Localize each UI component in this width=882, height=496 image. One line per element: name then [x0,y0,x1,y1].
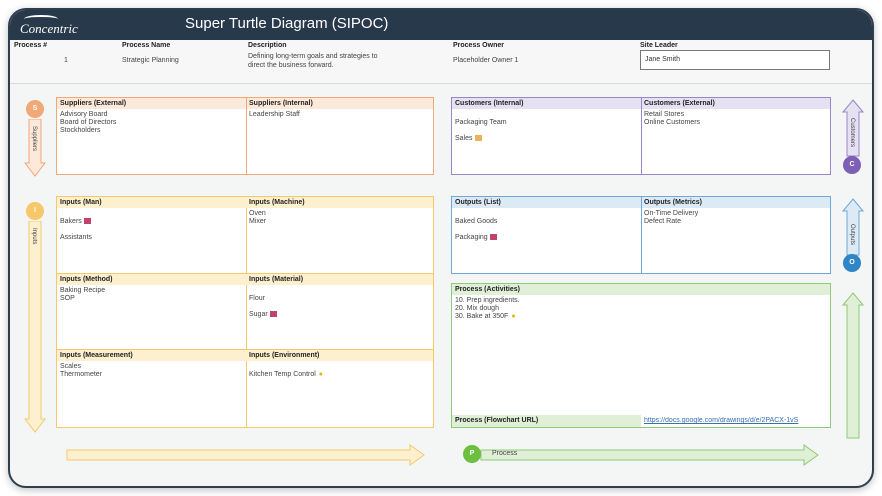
process-number-value: 1 [64,57,68,64]
process-name-value: Strategic Planning [122,57,179,64]
outputs-list-header: Outputs (List) [452,197,641,208]
tag-icon [269,311,277,318]
outputs-panel: Outputs (List) Outputs (Metrics) Baked G… [451,196,831,274]
process-up-arrow [842,292,864,439]
customers-circle: C [843,156,861,174]
suppliers-external-list[interactable]: Advisory Board Board of Directors Stockh… [57,111,119,135]
customers-external-header: Customers (External) [641,98,830,109]
process-circle: P [463,445,481,463]
suppliers-internal-list[interactable]: Leadership Staff [246,111,303,119]
inputs-measurement-list[interactable]: Scales Thermometer [57,363,105,379]
input-item-with-tag: Bakers [60,218,92,226]
inputs-method-header: Inputs (Method) [57,274,246,285]
inputs-method-list[interactable]: Baking Recipe SOP [57,287,108,303]
customers-arrow-label: Customers [849,118,855,148]
inputs-measurement-header: Inputs (Measurement) [57,350,246,361]
input-item: Assistants [60,234,92,241]
process-number-header: Process # [14,42,48,49]
inputs-machine-list[interactable]: Oven Mixer [246,210,269,226]
process-owner-value: Placeholder Owner 1 [453,57,519,64]
process-flowchart-label: Process (Flowchart URL) [452,415,641,427]
outputs-metrics-list[interactable]: On-Time Delivery Defect Rate [641,210,701,226]
input-item: Flour [249,295,265,302]
site-leader-field[interactable]: Jane Smith [640,50,830,70]
panel-divider [246,98,247,174]
process-name-header: Process Name [122,42,171,49]
tag-icon [474,135,482,142]
outputs-list[interactable]: Baked Goods Packaging [452,210,500,250]
inputs-environment-header: Inputs (Environment) [246,350,433,361]
inputs-circle: I [26,202,44,220]
customers-panel: Customers (Internal) Customers (External… [451,97,831,175]
process-info-bar: Process # 1 Process Name Strategic Plann… [10,40,872,84]
page-title: Super Turtle Diagram (SIPOC) [185,15,389,32]
header-bar: Concentric Super Turtle Diagram (SIPOC) [10,10,872,40]
process-panel: Process (Activities) 10. Prep ingredient… [451,283,831,428]
process-activities-header: Process (Activities) [452,284,830,295]
suppliers-external-header: Suppliers (External) [57,98,246,109]
inputs-arrow-label: Inputs [31,228,37,245]
customers-internal-header: Customers (Internal) [452,98,641,109]
outputs-circle: O [843,254,861,272]
lightbulb-icon: ● [511,313,516,320]
inputs-machine-header: Inputs (Machine) [246,197,433,208]
process-owner-header: Process Owner [453,42,504,49]
process-arrow-label: Process [492,450,518,457]
description-header: Description [248,42,287,49]
panel-divider [641,98,642,174]
input-item-with-tag: Sugar [249,311,277,319]
inputs-environment-list[interactable]: Kitchen Temp Control ● [246,363,326,387]
tag-icon [489,234,497,241]
site-leader-header: Site Leader [640,42,678,49]
inputs-man-header: Inputs (Man) [57,197,246,208]
customers-internal-list[interactable]: Packaging Team Sales [452,111,510,151]
sipoc-window: Concentric Super Turtle Diagram (SIPOC) … [8,8,874,488]
customers-external-list[interactable]: Retail Stores Online Customers [641,111,703,127]
suppliers-panel: Suppliers (External) Suppliers (Internal… [56,97,434,175]
output-item-with-tag: Packaging [455,234,497,242]
panel-divider [641,197,642,273]
suppliers-circle: S [26,100,44,118]
outputs-metrics-header: Outputs (Metrics) [641,197,830,208]
tag-icon [83,218,91,225]
concentric-logo: Concentric [18,13,88,37]
suppliers-internal-header: Suppliers (Internal) [246,98,433,109]
inputs-bottom-arrow [66,444,425,466]
input-item-with-tag: Kitchen Temp Control ● [249,371,324,378]
inputs-material-header: Inputs (Material) [246,274,433,285]
inputs-man-list[interactable]: Bakers Assistants [57,210,95,250]
inputs-arrow [24,221,46,433]
process-bottom-arrow [480,444,819,466]
process-flowchart-link[interactable]: https://docs.google.com/drawings/d/e/2PA… [641,417,830,425]
lightbulb-icon: ● [318,371,324,378]
process-activities-list[interactable]: 10. Prep ingredients. 20. Mix dough 30. … [452,297,523,321]
inputs-material-list[interactable]: Flour Sugar [246,287,280,327]
customer-item-with-tag: Sales [455,135,507,143]
output-item: Baked Goods [455,218,498,225]
suppliers-arrow-label: Suppliers [31,126,37,152]
outputs-arrow-label: Outputs [849,224,855,246]
inputs-panel: Inputs (Man) Inputs (Machine) Bakers Ass… [56,196,434,428]
customer-item: Packaging Team [455,119,507,126]
description-value: Defining long-term goals and strategies … [248,53,378,69]
